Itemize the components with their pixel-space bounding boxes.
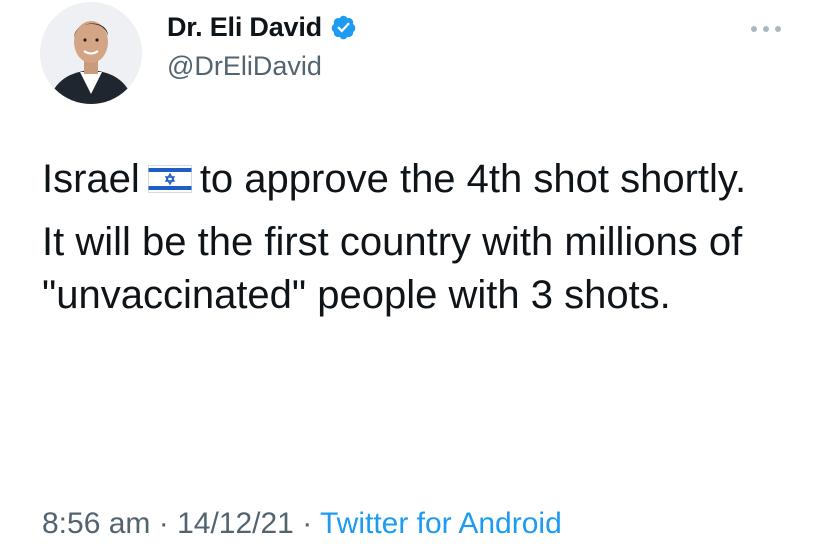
israel-flag-icon xyxy=(147,165,192,193)
display-name[interactable]: Dr. Eli David xyxy=(167,12,322,43)
tweet-paragraph-1: Israel to approve the 4th shot shortly. xyxy=(42,153,802,206)
tweet-text: Israel to approve the 4th shot shortly. … xyxy=(42,153,802,322)
tweet-card: Dr. Eli David @DrEliDavid Israel to appr… xyxy=(0,0,828,556)
tweet-text-after-flag: to approve the 4th shot shortly. xyxy=(199,157,747,201)
separator: · xyxy=(150,507,178,540)
verified-badge-icon xyxy=(331,15,356,40)
tweet-time[interactable]: 8:56 am xyxy=(42,507,150,540)
tweet-metadata: 8:56 am · 14/12/21 · Twitter for Android xyxy=(42,507,562,541)
tweet-paragraph-2: It will be the first country with millio… xyxy=(42,220,743,317)
more-options-icon[interactable] xyxy=(748,22,784,36)
author-name-row[interactable]: Dr. Eli David xyxy=(167,12,357,43)
separator: · xyxy=(293,507,320,540)
tweet-date[interactable]: 14/12/21 xyxy=(177,507,294,540)
author-handle[interactable]: @DrEliDavid xyxy=(167,51,322,82)
tweet-source-link[interactable]: Twitter for Android xyxy=(320,507,562,540)
profile-photo xyxy=(40,2,142,104)
avatar[interactable] xyxy=(40,2,142,104)
tweet-text-before-flag: Israel xyxy=(42,157,140,201)
